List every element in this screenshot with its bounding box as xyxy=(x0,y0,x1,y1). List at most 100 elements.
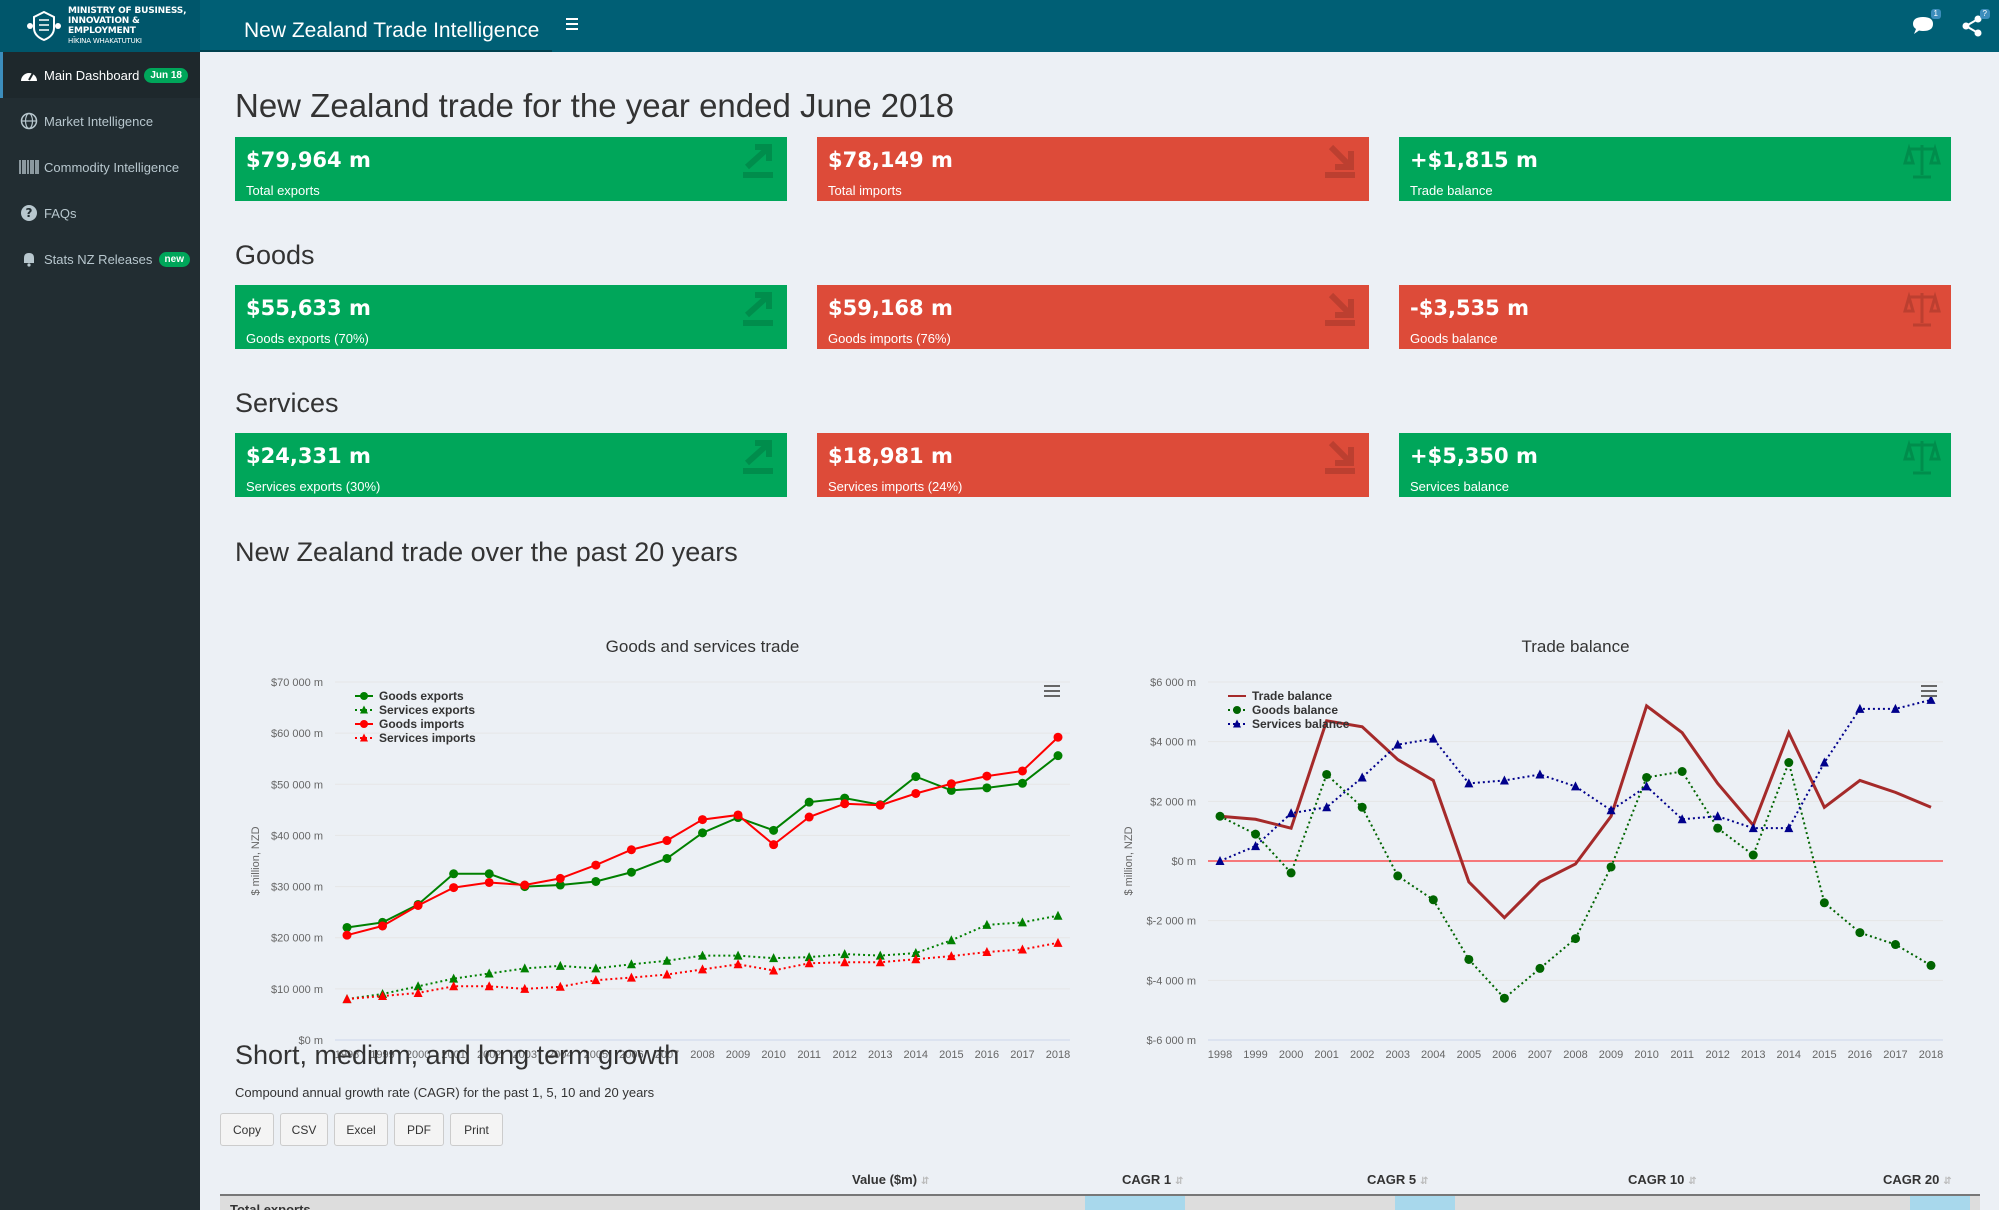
data-point xyxy=(875,800,885,810)
column-header-label: CAGR 5 xyxy=(1367,1172,1417,1187)
y-tick-label: $-6 000 m xyxy=(1146,1035,1196,1047)
data-point xyxy=(449,869,459,879)
column-header-label: Value ($m) xyxy=(852,1172,918,1187)
x-tick-label: 2011 xyxy=(1670,1049,1694,1061)
csv-button[interactable]: CSV xyxy=(280,1113,328,1146)
column-header-value[interactable]: Value ($m) ⇵ xyxy=(852,1172,929,1187)
data-point xyxy=(911,772,921,782)
column-header-cagr5[interactable]: CAGR 5 ⇵ xyxy=(1367,1172,1429,1187)
trade-balance-chart: Trade balance $-6 000 m $-4 000 m $-2 000 m… xyxy=(1108,580,1980,1070)
column-header-cagr10[interactable]: CAGR 10 ⇵ xyxy=(1628,1172,1697,1187)
copy-button[interactable]: Copy xyxy=(220,1113,274,1146)
sidebar-item-faqs[interactable]: ? FAQs xyxy=(0,190,200,236)
mbie-logo[interactable]: MINISTRY OF BUSINESS, INNOVATION & EMPLO… xyxy=(0,0,200,52)
data-point xyxy=(1677,814,1687,824)
import-arrow-icon xyxy=(1325,292,1355,326)
pdf-button[interactable]: PDF xyxy=(394,1113,444,1146)
app-title[interactable]: New Zealand Trade Intelligence xyxy=(244,19,539,43)
data-point xyxy=(342,994,352,1004)
y-tick-label: $40 000 m xyxy=(271,830,323,842)
data-point xyxy=(1642,772,1652,782)
data-point xyxy=(946,779,956,789)
cagr-cell xyxy=(1395,1196,1455,1210)
x-tick-label: 2008 xyxy=(1563,1049,1587,1061)
data-point xyxy=(840,799,850,809)
sidebar-item-stats-nz-releases[interactable]: Stats NZ Releases new xyxy=(0,236,200,282)
table-header: Value ($m) ⇵ CAGR 1 ⇵ CAGR 5 ⇵ CAGR 10 ⇵ CAG… xyxy=(220,1160,1980,1196)
data-point xyxy=(626,972,636,982)
x-tick-label: 2011 xyxy=(797,1049,821,1061)
data-point xyxy=(342,922,352,932)
dashboard-icon xyxy=(18,65,40,85)
data-point xyxy=(1535,769,1545,779)
y-tick-label: $70 000 m xyxy=(271,677,323,689)
label: Trade balance xyxy=(1410,183,1493,198)
top-navbar: MINISTRY OF BUSINESS, INNOVATION & EMPLO… xyxy=(0,0,1999,52)
data-point xyxy=(413,900,423,910)
label: Services imports (24%) xyxy=(828,479,963,494)
data-point xyxy=(840,949,850,959)
sidebar-item-commodity-intelligence[interactable]: Commodity Intelligence xyxy=(0,144,200,190)
legend-marker xyxy=(360,692,368,700)
x-tick-label: 2015 xyxy=(939,1049,963,1061)
sidebar-item-main-dashboard[interactable]: Main Dashboard Jun 18 xyxy=(0,52,200,98)
chart-menu-icon[interactable] xyxy=(1041,681,1063,701)
y-tick-label: $4 000 m xyxy=(1150,737,1196,749)
data-point xyxy=(1251,829,1261,839)
data-point xyxy=(1428,895,1438,905)
y-tick-label: $-4 000 m xyxy=(1146,975,1196,987)
value: $24,331 m xyxy=(246,444,371,468)
data-point xyxy=(449,883,459,893)
column-header-cagr1[interactable]: CAGR 1 ⇵ xyxy=(1122,1172,1184,1187)
sidebar-item-market-intelligence[interactable]: Market Intelligence xyxy=(0,98,200,144)
data-point xyxy=(1251,841,1261,851)
svg-text:?: ? xyxy=(26,206,33,220)
services-heading: Services xyxy=(235,388,339,418)
label: Total exports xyxy=(246,183,320,198)
label: Goods exports (70%) xyxy=(246,331,369,346)
data-point xyxy=(520,963,530,973)
data-point xyxy=(698,815,707,825)
import-arrow-icon xyxy=(1325,144,1355,178)
comments-icon[interactable]: 1 xyxy=(1909,9,1941,40)
x-tick-label: 2010 xyxy=(1634,1049,1658,1061)
goods-services-chart-svg: Goods and services trade$0 m$10 000 m$20… xyxy=(250,637,1070,1061)
x-tick-label: 2001 xyxy=(1314,1049,1338,1061)
x-tick-label: 2013 xyxy=(868,1049,892,1061)
data-point xyxy=(520,880,530,890)
x-tick-label: 2007 xyxy=(1528,1049,1552,1061)
series-line xyxy=(1219,703,1932,920)
data-point xyxy=(1215,811,1225,821)
data-point xyxy=(1819,757,1829,767)
sort-icon: ⇵ xyxy=(1175,1176,1184,1187)
excel-button[interactable]: Excel xyxy=(334,1113,388,1146)
export-arrow-icon xyxy=(743,144,773,178)
column-header-cagr20[interactable]: CAGR 20 ⇵ xyxy=(1883,1172,1952,1187)
trade-balance-chart-svg: Trade balance $-6 000 m $-4 000 m $-2 000 m… xyxy=(1123,637,1943,1061)
cagr-cell xyxy=(1085,1196,1185,1210)
question-circle-icon: ? xyxy=(18,203,40,223)
y-tick-label: $-2 000 m xyxy=(1146,916,1196,928)
data-point xyxy=(1017,778,1027,788)
share-icon[interactable]: ? xyxy=(1958,9,1990,40)
data-point xyxy=(662,853,672,863)
data-point xyxy=(1571,781,1580,791)
x-tick-label: 2016 xyxy=(1848,1049,1872,1061)
legend-label: Goods imports xyxy=(379,717,465,731)
legend-label: Services balance xyxy=(1252,717,1350,731)
data-point xyxy=(591,975,601,985)
data-point xyxy=(591,860,601,870)
print-button[interactable]: Print xyxy=(450,1113,503,1146)
y-tick-label: $6 000 m xyxy=(1150,677,1196,689)
data-point xyxy=(1322,769,1332,779)
export-arrow-icon xyxy=(743,440,773,474)
data-point xyxy=(1535,963,1545,973)
x-tick-label: 2009 xyxy=(726,1049,750,1061)
cagr-cell xyxy=(1910,1196,1970,1210)
chart-menu-icon[interactable] xyxy=(1918,681,1940,701)
column-header-label: CAGR 20 xyxy=(1883,1172,1940,1187)
sidebar-toggle-icon[interactable] xyxy=(562,14,582,34)
y-axis-label: $ million, NZD xyxy=(250,826,262,895)
table-row: Total exports xyxy=(220,1196,1980,1210)
sidebar-item-label: Stats NZ Releases xyxy=(44,251,153,267)
